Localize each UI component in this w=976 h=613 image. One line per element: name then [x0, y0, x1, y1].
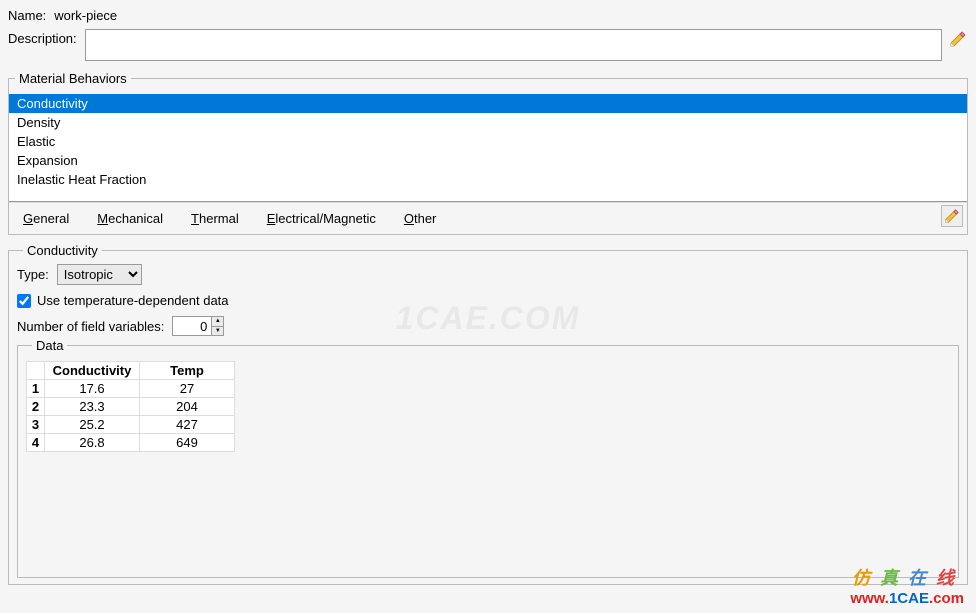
conductivity-group: Conductivity Type: Isotropic Use tempera…	[8, 243, 968, 585]
cell-temp[interactable]: 27	[140, 380, 235, 398]
behavior-item-expansion[interactable]: Expansion	[9, 151, 967, 170]
col-conductivity[interactable]: Conductivity	[45, 362, 140, 380]
type-select[interactable]: Isotropic	[57, 264, 142, 285]
table-row[interactable]: 3 25.2 427	[27, 416, 235, 434]
behavior-item-elastic[interactable]: Elastic	[9, 132, 967, 151]
behavior-menu: General Mechanical Thermal Electrical/Ma…	[9, 202, 967, 234]
cell-conductivity[interactable]: 25.2	[45, 416, 140, 434]
data-legend: Data	[32, 338, 67, 353]
table-corner	[27, 362, 45, 380]
temp-dependent-checkbox[interactable]	[17, 294, 31, 308]
row-header: 4	[27, 434, 45, 452]
menu-other[interactable]: Other	[390, 207, 451, 230]
behavior-item-density[interactable]: Density	[9, 113, 967, 132]
type-label: Type:	[17, 267, 49, 282]
row-header: 1	[27, 380, 45, 398]
material-behaviors-legend: Material Behaviors	[15, 71, 131, 86]
name-label: Name:	[8, 8, 46, 23]
data-table[interactable]: Conductivity Temp 1 17.6 27 2 23.3 204 3…	[26, 361, 235, 452]
field-variables-input[interactable]	[173, 317, 211, 335]
menu-mechanical[interactable]: Mechanical	[83, 207, 177, 230]
cell-conductivity[interactable]: 17.6	[45, 380, 140, 398]
col-temp[interactable]: Temp	[140, 362, 235, 380]
field-variables-label: Number of field variables:	[17, 319, 164, 334]
table-row[interactable]: 2 23.3 204	[27, 398, 235, 416]
temp-dependent-label: Use temperature-dependent data	[37, 293, 229, 308]
description-label: Description:	[8, 29, 77, 46]
cell-conductivity[interactable]: 26.8	[45, 434, 140, 452]
row-header: 2	[27, 398, 45, 416]
behavior-item-conductivity[interactable]: Conductivity	[9, 94, 967, 113]
name-value: work-piece	[54, 8, 117, 23]
edit-description-icon[interactable]	[948, 29, 968, 49]
table-row[interactable]: 4 26.8 649	[27, 434, 235, 452]
spinner-down-icon[interactable]: ▼	[212, 327, 223, 336]
edit-menu-icon[interactable]	[941, 205, 963, 227]
cell-temp[interactable]: 427	[140, 416, 235, 434]
menu-electrical[interactable]: Electrical/Magnetic	[253, 207, 390, 230]
cell-temp[interactable]: 204	[140, 398, 235, 416]
menu-thermal[interactable]: Thermal	[177, 207, 253, 230]
cell-temp[interactable]: 649	[140, 434, 235, 452]
table-row[interactable]: 1 17.6 27	[27, 380, 235, 398]
behavior-item-inelastic-heat[interactable]: Inelastic Heat Fraction	[9, 170, 967, 189]
behavior-list[interactable]: Conductivity Density Elastic Expansion I…	[9, 94, 967, 202]
menu-general[interactable]: General	[9, 207, 83, 230]
cell-conductivity[interactable]: 23.3	[45, 398, 140, 416]
spinner-up-icon[interactable]: ▲	[212, 317, 223, 327]
material-behaviors-group: Material Behaviors Conductivity Density …	[8, 71, 968, 235]
field-variables-spinner[interactable]: ▲ ▼	[172, 316, 224, 336]
conductivity-legend: Conductivity	[23, 243, 102, 258]
data-group: Data Conductivity Temp 1 17.6 27 2 23.3	[17, 338, 959, 578]
description-input[interactable]	[85, 29, 942, 61]
row-header: 3	[27, 416, 45, 434]
